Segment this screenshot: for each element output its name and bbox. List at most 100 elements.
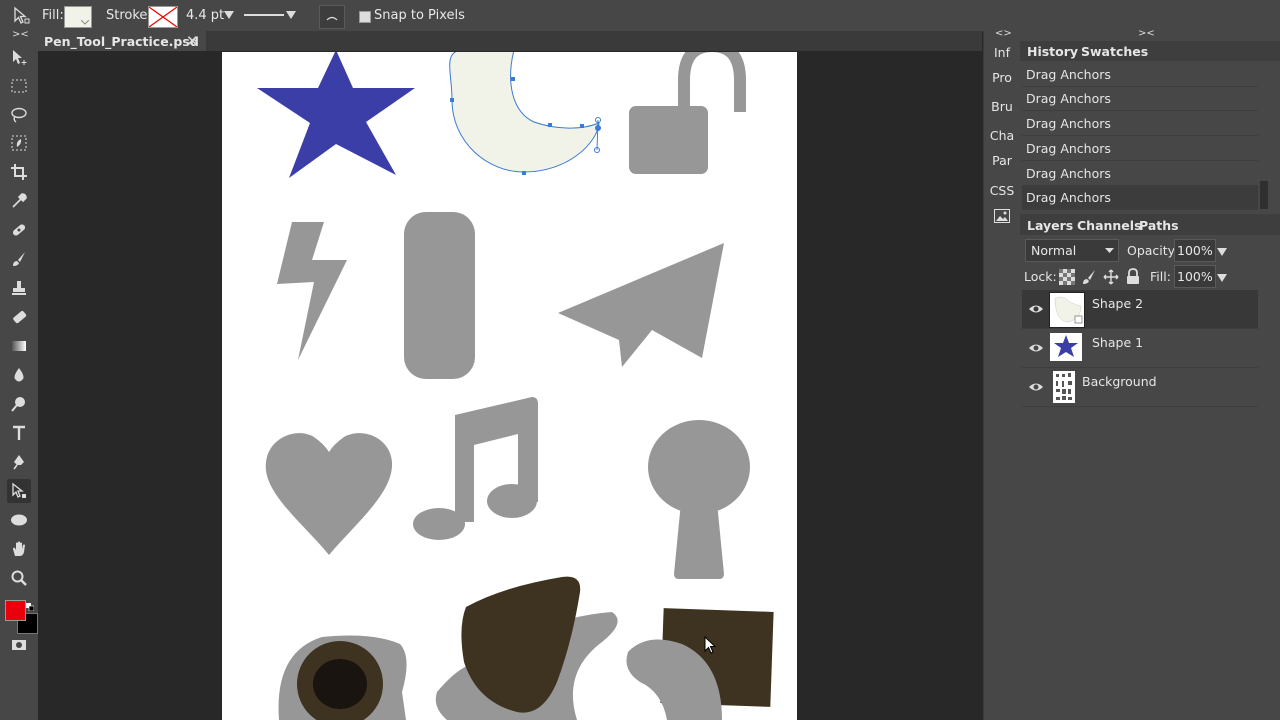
layer-name: Shape 2 — [1092, 296, 1144, 311]
lightning-shape — [277, 222, 347, 360]
stroke-width-value[interactable]: 4.4 pt — [186, 8, 224, 23]
stroke-style-dropdown-icon[interactable] — [286, 9, 296, 23]
snap-label: Snap to Pixels — [374, 8, 465, 23]
info-panel-button[interactable]: Inf — [984, 45, 1020, 60]
pen-icon[interactable] — [7, 450, 31, 474]
paper-plane-shape — [558, 243, 724, 367]
padlock-shape — [678, 52, 746, 112]
history-panel-header: History Swatches — [1020, 41, 1280, 61]
lock-all-icon[interactable] — [1125, 268, 1141, 288]
stroke-align-button[interactable] — [319, 5, 345, 29]
layers-panel-header: Layers Channels Paths — [1020, 214, 1280, 235]
fill-dropdown-icon[interactable] — [1217, 272, 1227, 286]
fill-label: Fill: — [42, 8, 64, 23]
collapse-toggle[interactable]: >< — [12, 29, 29, 40]
crop-icon[interactable] — [7, 160, 31, 184]
reset-colors-icon[interactable] — [26, 600, 35, 612]
quick-mask-icon[interactable] — [7, 633, 31, 657]
visibility-eye-icon[interactable] — [1028, 341, 1044, 355]
tab-channels[interactable]: Channels — [1077, 218, 1142, 233]
lock-label: Lock: — [1024, 269, 1057, 284]
stroke-swatch[interactable] — [148, 6, 178, 28]
eraser-icon[interactable] — [7, 305, 31, 329]
eyedropper-icon[interactable] — [7, 189, 31, 213]
stamp-icon[interactable] — [7, 276, 31, 300]
ellipse-icon[interactable] — [7, 508, 31, 532]
layer-row-shape-2[interactable]: Shape 2 — [1022, 290, 1258, 329]
document-tabs: Pen_Tool_Practice.psd ✕ — [38, 31, 982, 51]
fill-input[interactable]: 100% — [1174, 265, 1216, 288]
marquee-icon[interactable] — [7, 74, 31, 98]
tab-paths[interactable]: Paths — [1139, 218, 1179, 233]
history-item[interactable]: Drag Anchors — [1022, 161, 1258, 186]
properties-panel-button[interactable]: Pro — [984, 70, 1020, 85]
rounded-pill-shape — [404, 212, 475, 379]
collapse-panels-toggle[interactable]: >< — [1138, 28, 1155, 39]
visibility-eye-icon[interactable] — [1028, 302, 1044, 316]
opacity-input[interactable]: 100% — [1174, 239, 1216, 262]
foreground-color-swatch[interactable] — [5, 600, 26, 621]
history-item[interactable]: Drag Anchors — [1022, 62, 1258, 87]
gradient-icon[interactable] — [7, 334, 31, 358]
layer-row-background[interactable]: Background — [1022, 368, 1258, 407]
type-icon[interactable] — [7, 421, 31, 445]
history-item-current[interactable]: Drag Anchors — [1022, 185, 1258, 210]
close-tab-icon[interactable]: ✕ — [186, 32, 199, 50]
stroke-style-icon[interactable] — [244, 14, 284, 16]
css-panel-button[interactable]: CSS — [984, 183, 1020, 198]
history-scrollbar[interactable] — [1260, 181, 1268, 209]
layer-name: Background — [1082, 374, 1157, 389]
layer-thumbnail — [1050, 333, 1082, 361]
image-panel-icon[interactable] — [994, 209, 1010, 226]
expand-panels-toggle[interactable]: <> — [995, 28, 1012, 39]
moon-shape — [449, 52, 600, 173]
layer-thumbnail — [1053, 371, 1075, 403]
options-bar: Fill: Stroke: 4.4 pt Snap to Pixels — [0, 0, 1280, 32]
layer-thumbnail — [1049, 292, 1085, 328]
collapsed-panels: <> Inf Pro Bru Cha Par CSS — [983, 28, 1021, 720]
lasso-icon[interactable] — [7, 103, 31, 127]
blur-icon[interactable] — [7, 363, 31, 387]
visibility-eye-icon[interactable] — [1028, 380, 1044, 394]
canvas[interactable] — [222, 52, 797, 720]
dodge-icon[interactable] — [7, 392, 31, 416]
tools-panel: >< — [0, 29, 39, 720]
right-panels: >< History Swatches Drag Anchors Drag An… — [1020, 28, 1280, 720]
brush-panel-button[interactable]: Bru — [984, 99, 1020, 114]
document-tab[interactable]: Pen_Tool_Practice.psd ✕ — [38, 31, 206, 51]
path-select-icon[interactable] — [7, 479, 31, 503]
quick-select-icon[interactable] — [7, 131, 31, 155]
opacity-dropdown-icon[interactable] — [1217, 246, 1227, 260]
layer-row-shape-1[interactable]: Shape 1 — [1022, 329, 1258, 368]
canvas-artwork — [257, 52, 774, 720]
star-shape — [257, 52, 415, 178]
history-item[interactable]: Drag Anchors — [1022, 111, 1258, 136]
character-panel-button[interactable]: Cha — [984, 128, 1020, 143]
fill-label: Fill: — [1150, 269, 1171, 284]
mouse-cursor-icon — [704, 636, 717, 654]
brush-icon[interactable] — [7, 247, 31, 271]
fill-swatch[interactable] — [64, 6, 92, 28]
zoom-icon[interactable] — [7, 566, 31, 590]
heart-shape — [265, 433, 393, 555]
healing-icon[interactable] — [7, 218, 31, 242]
opacity-label: Opacity: — [1127, 243, 1179, 258]
snap-checkbox[interactable] — [359, 11, 371, 23]
eye-pupil — [313, 659, 367, 709]
history-item[interactable]: Drag Anchors — [1022, 86, 1258, 111]
move-icon[interactable] — [7, 45, 31, 69]
tab-swatches[interactable]: Swatches — [1081, 44, 1148, 59]
lock-position-icon[interactable] — [1103, 269, 1119, 288]
blend-mode-select[interactable]: Normal — [1025, 239, 1119, 262]
hand-icon[interactable] — [7, 537, 31, 561]
tab-history[interactable]: History — [1027, 44, 1078, 59]
tab-layers[interactable]: Layers — [1027, 218, 1073, 233]
history-item[interactable]: Drag Anchors — [1022, 136, 1258, 161]
lock-transparency-icon[interactable] — [1059, 269, 1075, 288]
layer-name: Shape 1 — [1092, 335, 1144, 350]
lock-pixels-icon[interactable] — [1081, 269, 1097, 288]
stroke-width-dropdown-icon[interactable] — [224, 9, 234, 23]
path-select-tool-icon[interactable] — [12, 6, 32, 29]
note-head-left — [413, 508, 465, 540]
paragraph-panel-button[interactable]: Par — [984, 153, 1020, 168]
